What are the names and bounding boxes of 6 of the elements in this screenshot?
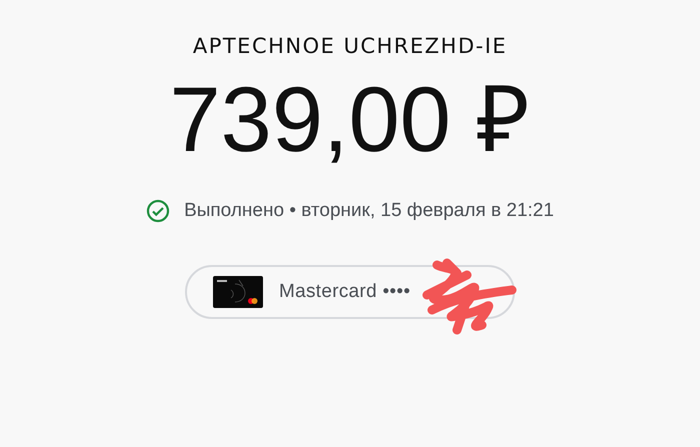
merchant-name: APTECHNOE UCHREZHD-IE <box>192 34 508 58</box>
amount: 739,00 ₽ <box>170 70 530 172</box>
status-text: Выполнено • вторник, 15 февраля в 21:21 <box>184 200 554 222</box>
card-label: Mastercard •••• <box>279 281 410 304</box>
check-circle-icon <box>146 199 170 224</box>
card-icon <box>213 276 263 308</box>
